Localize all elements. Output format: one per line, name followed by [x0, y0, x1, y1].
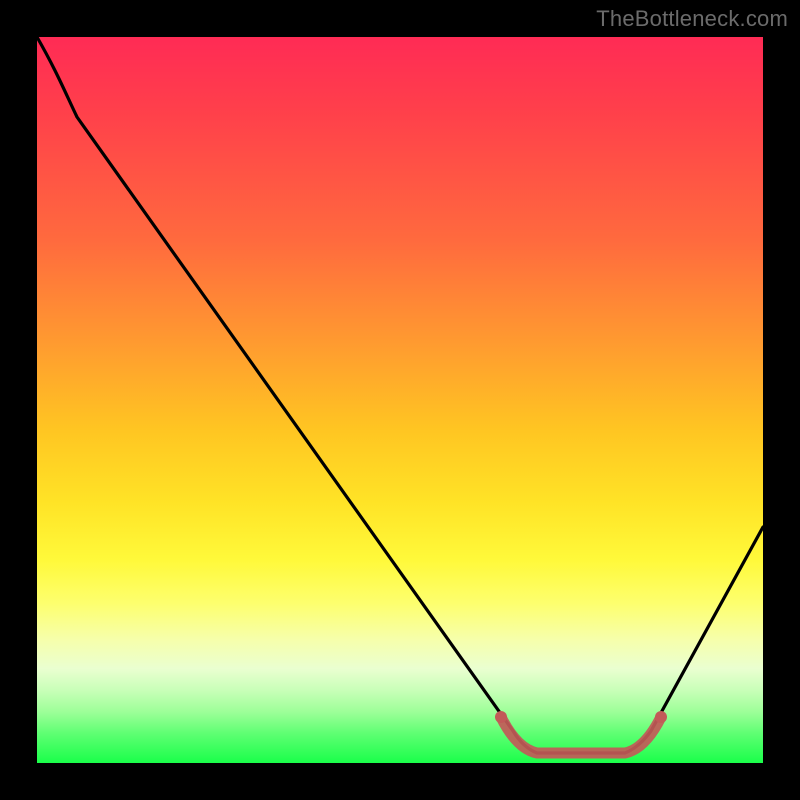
bottleneck-curve: [37, 37, 763, 753]
chart-frame: TheBottleneck.com: [0, 0, 800, 800]
curve-layer: [37, 37, 763, 763]
watermark-text: TheBottleneck.com: [596, 6, 788, 32]
highlight-start-dot: [495, 711, 507, 723]
highlight-end-dot: [655, 711, 667, 723]
flat-highlight: [501, 717, 661, 753]
plot-area: [37, 37, 763, 763]
